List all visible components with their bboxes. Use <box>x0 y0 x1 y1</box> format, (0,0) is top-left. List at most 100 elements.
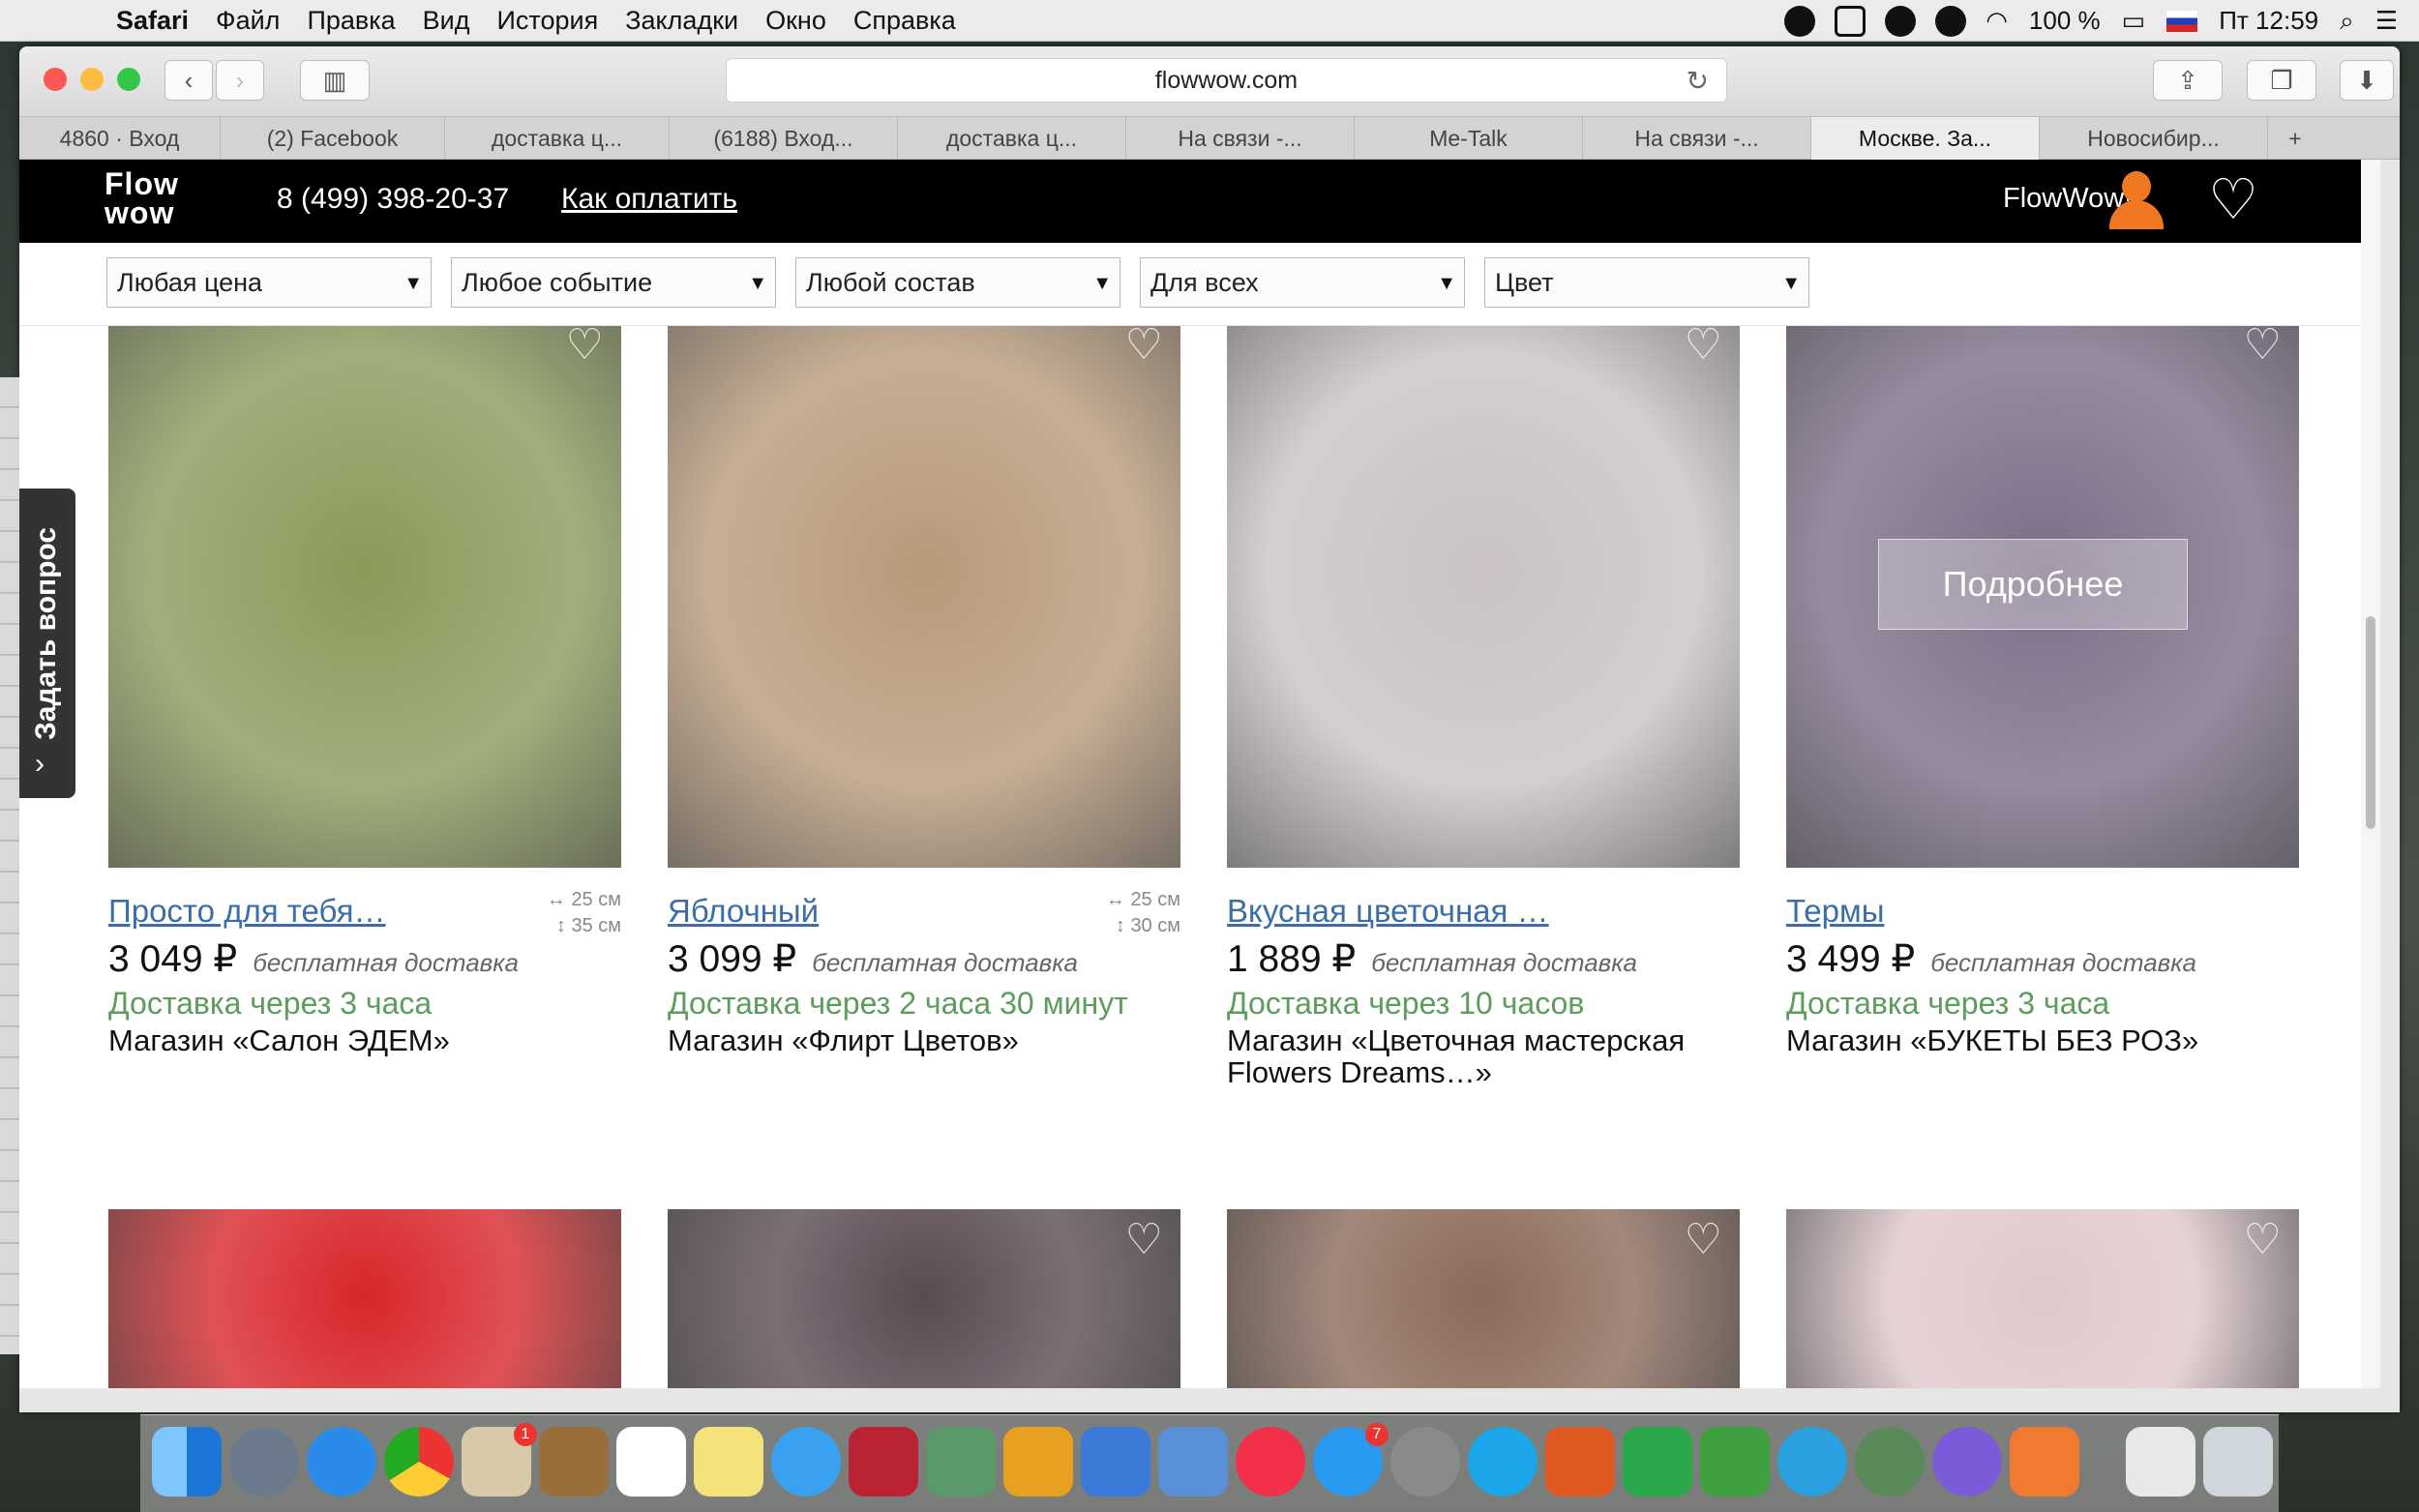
filter-event-select[interactable]: Любое событие ▼ <box>451 257 776 308</box>
globe-app-icon[interactable] <box>1855 1427 1925 1497</box>
minimize-window-button[interactable] <box>80 68 104 91</box>
menu-edit[interactable]: Правка <box>307 6 395 36</box>
favorites-heart-icon[interactable]: ♡ <box>2208 172 2266 228</box>
tab-2[interactable]: (2) Facebook <box>221 117 445 160</box>
product-image[interactable] <box>108 326 621 868</box>
menu-app-name[interactable]: Safari <box>116 6 189 36</box>
window-icon[interactable] <box>1835 5 1867 37</box>
tab-9-active[interactable]: Москве. За... <box>1811 117 2040 160</box>
details-button[interactable]: Подробнее <box>1878 539 2188 630</box>
russian-flag-icon[interactable] <box>2166 10 2198 32</box>
scrollbar-thumb[interactable] <box>2366 616 2375 829</box>
ask-question-tab[interactable]: Задать вопрос › <box>19 489 75 798</box>
tab-5[interactable]: доставка ц... <box>898 117 1126 160</box>
finder-icon[interactable] <box>152 1427 222 1497</box>
tab-10[interactable]: Новосибир... <box>2040 117 2268 160</box>
filter-recipient-select[interactable]: Для всех ▼ <box>1140 257 1465 308</box>
zip-archive-icon[interactable] <box>2126 1427 2195 1497</box>
share-button[interactable]: ⇪ <box>2153 60 2223 101</box>
safari-icon[interactable] <box>307 1427 376 1497</box>
iphoto-icon[interactable] <box>926 1427 996 1497</box>
zoom-window-button[interactable] <box>117 68 140 91</box>
product-name-link[interactable]: Термы <box>1786 893 1884 930</box>
product-card[interactable]: ♡ <box>668 1209 1180 1388</box>
viber-icon[interactable] <box>1932 1427 2002 1497</box>
close-window-button[interactable] <box>44 68 67 91</box>
tab-4[interactable]: (6188) Вход... <box>670 117 898 160</box>
telegram-tray-icon[interactable] <box>1935 5 1967 37</box>
product-image[interactable] <box>668 326 1180 868</box>
tab-3[interactable]: доставка ц... <box>445 117 670 160</box>
menu-bookmarks[interactable]: Закладки <box>625 6 738 36</box>
contacts-icon[interactable] <box>539 1427 609 1497</box>
product-image[interactable] <box>1227 326 1740 868</box>
calendar-icon[interactable] <box>616 1427 686 1497</box>
product-name-link[interactable]: Вкусная цветочная … <box>1227 893 1549 930</box>
filter-color-select[interactable]: Цвет ▼ <box>1484 257 1809 308</box>
phone-number[interactable]: 8 (499) 398-20-37 <box>277 183 509 216</box>
clock[interactable]: Пт 12:59 <box>2219 6 2318 36</box>
product-name-link[interactable]: Яблочный <box>668 893 819 930</box>
address-bar[interactable]: flowwow.com ↻ <box>726 58 1727 103</box>
numbers-icon[interactable] <box>1081 1427 1150 1497</box>
forward-button[interactable]: › <box>216 60 264 101</box>
viber-tray-icon[interactable] <box>1885 5 1917 37</box>
menu-history[interactable]: История <box>497 6 599 36</box>
wifi-icon[interactable]: ◠ <box>1986 6 2008 36</box>
launchpad-icon[interactable] <box>229 1427 299 1497</box>
reload-icon[interactable]: ↻ <box>1687 65 1709 97</box>
powerpoint-icon[interactable] <box>1545 1427 1615 1497</box>
tabs-overview-button[interactable]: ❐ <box>2247 60 2316 101</box>
keynote-icon[interactable] <box>1158 1427 1228 1497</box>
product-card[interactable]: ♡ <box>1786 1209 2299 1388</box>
how-to-pay-link[interactable]: Как оплатить <box>561 183 737 216</box>
favorite-heart-icon[interactable]: ♡ <box>566 320 604 370</box>
favorite-heart-icon[interactable]: ♡ <box>2244 1215 2282 1264</box>
system-preferences-icon[interactable] <box>1390 1427 1460 1497</box>
tab-8[interactable]: На связи -... <box>1583 117 1811 160</box>
product-card[interactable]: ♡ <box>108 1209 621 1388</box>
favorite-heart-icon[interactable]: ♡ <box>1125 1215 1163 1264</box>
excel-icon[interactable] <box>1623 1427 1692 1497</box>
favorite-heart-icon[interactable]: ♡ <box>1125 320 1163 370</box>
notification-center-icon[interactable]: ☰ <box>2375 6 2398 36</box>
spotlight-search-icon[interactable]: ⌕ <box>2340 6 2354 37</box>
tab-7[interactable]: Me-Talk <box>1355 117 1583 160</box>
new-tab-button[interactable]: + <box>2268 117 2322 160</box>
notes-icon[interactable] <box>694 1427 763 1497</box>
page-scrollbar[interactable] <box>2361 160 2380 1388</box>
skype-icon[interactable] <box>1468 1427 1538 1497</box>
back-button[interactable]: ‹ <box>164 60 213 101</box>
app-store-icon[interactable]: 7 <box>1313 1423 1389 1497</box>
flowwow-logo[interactable]: Flow wow <box>105 168 179 228</box>
itunes-icon[interactable] <box>1236 1427 1305 1497</box>
photo-app-icon[interactable] <box>2010 1427 2079 1497</box>
photo-booth-icon[interactable] <box>849 1427 918 1497</box>
mail-icon[interactable]: 1 <box>462 1423 537 1497</box>
telegram-icon[interactable] <box>1777 1427 1847 1497</box>
lightning-icon[interactable] <box>1784 5 1816 37</box>
product-image[interactable]: Подробнее <box>1786 326 2299 868</box>
tab-6[interactable]: На связи -... <box>1126 117 1355 160</box>
battery-icon[interactable]: ▭ <box>2122 6 2146 36</box>
chrome-icon[interactable] <box>384 1427 454 1497</box>
trash-icon[interactable] <box>2203 1427 2273 1497</box>
messages-icon[interactable] <box>771 1427 841 1497</box>
favorite-heart-icon[interactable]: ♡ <box>1685 320 1722 370</box>
downloads-button[interactable]: ⬇ <box>2340 60 2394 101</box>
menu-window[interactable]: Окно <box>765 6 826 36</box>
favorite-heart-icon[interactable]: ♡ <box>1685 1215 1722 1264</box>
filter-composition-select[interactable]: Любой состав ▼ <box>795 257 1120 308</box>
sidebar-button[interactable]: ▥ <box>300 60 370 101</box>
menu-help[interactable]: Справка <box>853 6 956 36</box>
android-file-icon[interactable] <box>1700 1427 1770 1497</box>
menu-view[interactable]: Вид <box>423 6 470 36</box>
filter-price-select[interactable]: Любая цена ▼ <box>106 257 432 308</box>
favorite-heart-icon[interactable]: ♡ <box>2244 320 2282 370</box>
product-name-link[interactable]: Просто для тебя… <box>108 893 386 930</box>
product-card[interactable]: ♡ <box>1227 1209 1740 1388</box>
tab-1[interactable]: 4860 · Вход <box>19 117 221 160</box>
menu-file[interactable]: Файл <box>216 6 280 36</box>
user-account-icon[interactable] <box>2109 171 2164 229</box>
pages-icon[interactable] <box>1003 1427 1073 1497</box>
